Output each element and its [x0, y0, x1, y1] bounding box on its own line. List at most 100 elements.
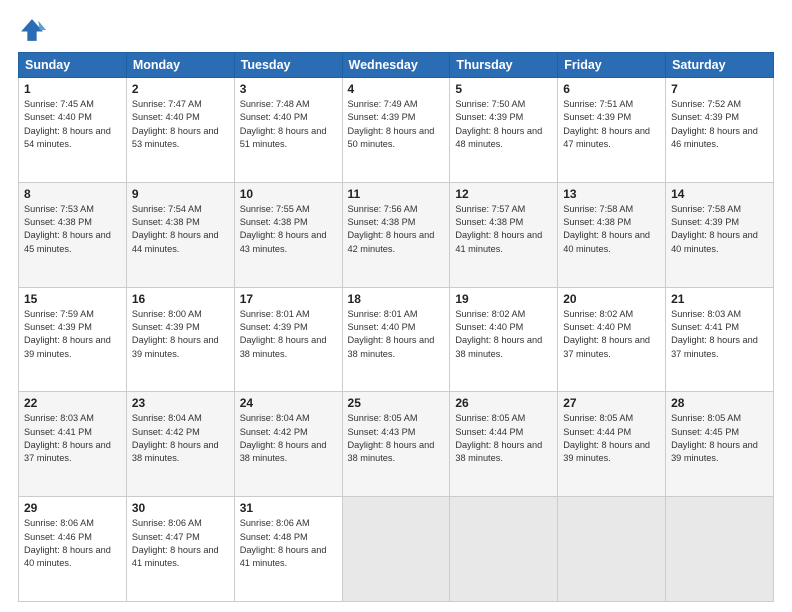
cell-info: Sunrise: 7:56 AMSunset: 4:38 PMDaylight:… — [348, 204, 435, 254]
day-cell: 8 Sunrise: 7:53 AMSunset: 4:38 PMDaylight… — [19, 182, 127, 287]
day-cell: 31Sunrise: 8:06 AMSunset: 4:48 PMDayligh… — [234, 497, 342, 602]
day-number: 1 — [24, 82, 121, 96]
day-cell: 7 Sunrise: 7:52 AMSunset: 4:39 PMDaylight… — [666, 78, 774, 183]
day-cell: 26 Sunrise: 8:05 AMSunset: 4:44 PMDayligh… — [450, 392, 558, 497]
day-number: 7 — [671, 82, 768, 96]
day-number: 24 — [240, 396, 337, 410]
day-number: 23 — [132, 396, 229, 410]
day-cell: 11 Sunrise: 7:56 AMSunset: 4:38 PMDayligh… — [342, 182, 450, 287]
day-cell: 17 Sunrise: 8:01 AMSunset: 4:39 PMDayligh… — [234, 287, 342, 392]
day-number: 25 — [348, 396, 445, 410]
day-number: 6 — [563, 82, 660, 96]
cell-info: Sunrise: 7:57 AMSunset: 4:38 PMDaylight:… — [455, 204, 542, 254]
day-cell: 10 Sunrise: 7:55 AMSunset: 4:38 PMDayligh… — [234, 182, 342, 287]
day-number: 5 — [455, 82, 552, 96]
day-number: 16 — [132, 292, 229, 306]
cell-info: Sunrise: 8:01 AMSunset: 4:39 PMDaylight:… — [240, 309, 327, 359]
header — [18, 16, 774, 44]
day-cell: 22 Sunrise: 8:03 AMSunset: 4:41 PMDayligh… — [19, 392, 127, 497]
day-number: 20 — [563, 292, 660, 306]
cell-info: Sunrise: 7:49 AMSunset: 4:39 PMDaylight:… — [348, 99, 435, 149]
logo-icon — [18, 16, 46, 44]
day-number: 19 — [455, 292, 552, 306]
day-cell: 6 Sunrise: 7:51 AMSunset: 4:39 PMDaylight… — [558, 78, 666, 183]
week-row-1: 1 Sunrise: 7:45 AMSunset: 4:40 PMDaylight… — [19, 78, 774, 183]
cell-info: Sunrise: 8:05 AMSunset: 4:45 PMDaylight:… — [671, 413, 758, 463]
day-cell: 2 Sunrise: 7:47 AMSunset: 4:40 PMDaylight… — [126, 78, 234, 183]
day-cell: 24 Sunrise: 8:04 AMSunset: 4:42 PMDayligh… — [234, 392, 342, 497]
day-cell: 5 Sunrise: 7:50 AMSunset: 4:39 PMDaylight… — [450, 78, 558, 183]
day-number: 21 — [671, 292, 768, 306]
cell-info: Sunrise: 7:58 AMSunset: 4:39 PMDaylight:… — [671, 204, 758, 254]
cell-info: Sunrise: 7:53 AMSunset: 4:38 PMDaylight:… — [24, 204, 111, 254]
cell-info: Sunrise: 7:58 AMSunset: 4:38 PMDaylight:… — [563, 204, 650, 254]
day-cell — [450, 497, 558, 602]
day-number: 14 — [671, 187, 768, 201]
day-cell: 14 Sunrise: 7:58 AMSunset: 4:39 PMDayligh… — [666, 182, 774, 287]
cell-info: Sunrise: 7:52 AMSunset: 4:39 PMDaylight:… — [671, 99, 758, 149]
day-cell: 30 Sunrise: 8:06 AMSunset: 4:47 PMDayligh… — [126, 497, 234, 602]
cell-info: Sunrise: 8:06 AMSunset: 4:46 PMDaylight:… — [24, 518, 111, 568]
day-number: 27 — [563, 396, 660, 410]
weekday-header-wednesday: Wednesday — [342, 53, 450, 78]
weekday-header-row: SundayMondayTuesdayWednesdayThursdayFrid… — [19, 53, 774, 78]
day-number: 17 — [240, 292, 337, 306]
day-number: 9 — [132, 187, 229, 201]
cell-info: Sunrise: 7:48 AMSunset: 4:40 PMDaylight:… — [240, 99, 327, 149]
day-number: 29 — [24, 501, 121, 515]
day-number: 11 — [348, 187, 445, 201]
logo — [18, 16, 50, 44]
day-cell: 16 Sunrise: 8:00 AMSunset: 4:39 PMDayligh… — [126, 287, 234, 392]
day-cell: 15Sunrise: 7:59 AMSunset: 4:39 PMDayligh… — [19, 287, 127, 392]
week-row-5: 29 Sunrise: 8:06 AMSunset: 4:46 PMDayligh… — [19, 497, 774, 602]
day-number: 3 — [240, 82, 337, 96]
cell-info: Sunrise: 7:47 AMSunset: 4:40 PMDaylight:… — [132, 99, 219, 149]
week-row-2: 8 Sunrise: 7:53 AMSunset: 4:38 PMDaylight… — [19, 182, 774, 287]
day-number: 2 — [132, 82, 229, 96]
weekday-header-tuesday: Tuesday — [234, 53, 342, 78]
day-number: 18 — [348, 292, 445, 306]
cell-info: Sunrise: 8:06 AMSunset: 4:47 PMDaylight:… — [132, 518, 219, 568]
day-cell — [666, 497, 774, 602]
weekday-header-monday: Monday — [126, 53, 234, 78]
day-cell: 23 Sunrise: 8:04 AMSunset: 4:42 PMDayligh… — [126, 392, 234, 497]
weekday-header-friday: Friday — [558, 53, 666, 78]
day-number: 30 — [132, 501, 229, 515]
day-number: 26 — [455, 396, 552, 410]
cell-info: Sunrise: 8:03 AMSunset: 4:41 PMDaylight:… — [671, 309, 758, 359]
cell-info: Sunrise: 8:01 AMSunset: 4:40 PMDaylight:… — [348, 309, 435, 359]
cell-info: Sunrise: 7:50 AMSunset: 4:39 PMDaylight:… — [455, 99, 542, 149]
day-cell: 4Sunrise: 7:49 AMSunset: 4:39 PMDaylight… — [342, 78, 450, 183]
cell-info: Sunrise: 7:51 AMSunset: 4:39 PMDaylight:… — [563, 99, 650, 149]
day-number: 10 — [240, 187, 337, 201]
day-number: 12 — [455, 187, 552, 201]
day-number: 22 — [24, 396, 121, 410]
day-cell: 19Sunrise: 8:02 AMSunset: 4:40 PMDayligh… — [450, 287, 558, 392]
cell-info: Sunrise: 8:05 AMSunset: 4:44 PMDaylight:… — [455, 413, 542, 463]
day-cell: 21 Sunrise: 8:03 AMSunset: 4:41 PMDayligh… — [666, 287, 774, 392]
day-cell: 27 Sunrise: 8:05 AMSunset: 4:44 PMDayligh… — [558, 392, 666, 497]
cell-info: Sunrise: 8:00 AMSunset: 4:39 PMDaylight:… — [132, 309, 219, 359]
day-cell: 18 Sunrise: 8:01 AMSunset: 4:40 PMDayligh… — [342, 287, 450, 392]
cell-info: Sunrise: 8:03 AMSunset: 4:41 PMDaylight:… — [24, 413, 111, 463]
day-cell: 3 Sunrise: 7:48 AMSunset: 4:40 PMDaylight… — [234, 78, 342, 183]
weekday-header-thursday: Thursday — [450, 53, 558, 78]
day-number: 8 — [24, 187, 121, 201]
cell-info: Sunrise: 8:04 AMSunset: 4:42 PMDaylight:… — [240, 413, 327, 463]
cell-info: Sunrise: 8:06 AMSunset: 4:48 PMDaylight:… — [240, 518, 327, 568]
cell-info: Sunrise: 8:04 AMSunset: 4:42 PMDaylight:… — [132, 413, 219, 463]
week-row-4: 22 Sunrise: 8:03 AMSunset: 4:41 PMDayligh… — [19, 392, 774, 497]
cell-info: Sunrise: 7:45 AMSunset: 4:40 PMDaylight:… — [24, 99, 111, 149]
cell-info: Sunrise: 8:05 AMSunset: 4:44 PMDaylight:… — [563, 413, 650, 463]
cell-info: Sunrise: 7:55 AMSunset: 4:38 PMDaylight:… — [240, 204, 327, 254]
day-cell: 28Sunrise: 8:05 AMSunset: 4:45 PMDayligh… — [666, 392, 774, 497]
day-number: 13 — [563, 187, 660, 201]
day-cell: 13 Sunrise: 7:58 AMSunset: 4:38 PMDayligh… — [558, 182, 666, 287]
day-cell: 20 Sunrise: 8:02 AMSunset: 4:40 PMDayligh… — [558, 287, 666, 392]
day-cell — [342, 497, 450, 602]
day-cell: 12 Sunrise: 7:57 AMSunset: 4:38 PMDayligh… — [450, 182, 558, 287]
day-cell: 9 Sunrise: 7:54 AMSunset: 4:38 PMDaylight… — [126, 182, 234, 287]
cell-info: Sunrise: 8:02 AMSunset: 4:40 PMDaylight:… — [563, 309, 650, 359]
day-cell: 29 Sunrise: 8:06 AMSunset: 4:46 PMDayligh… — [19, 497, 127, 602]
cell-info: Sunrise: 7:54 AMSunset: 4:38 PMDaylight:… — [132, 204, 219, 254]
